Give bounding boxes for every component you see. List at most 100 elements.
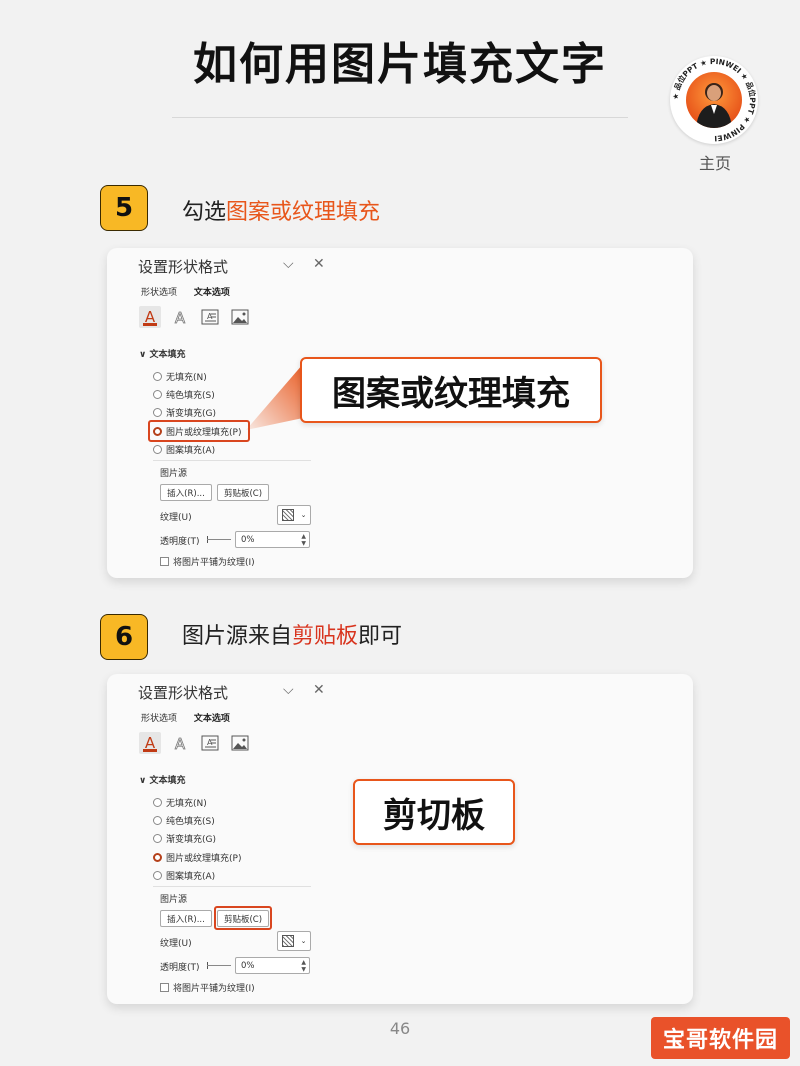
radio-picture-texture-fill[interactable]: 图片或纹理填充(P) xyxy=(153,851,241,864)
step-heading-suffix: 即可 xyxy=(358,624,403,649)
avatar[interactable]: ★ 品位PPT ★ PINWEI ★ 品位PPT ★ PINWEI xyxy=(670,56,758,144)
picture-source-label: 图片源 xyxy=(160,895,188,905)
text-effects-icon[interactable]: A xyxy=(169,306,191,328)
close-icon[interactable]: ✕ xyxy=(313,682,325,698)
text-box-icon[interactable]: A xyxy=(199,306,221,328)
callout-label: 剪切板 xyxy=(353,779,515,845)
radio-label: 图片或纹理填充(P) xyxy=(166,854,242,864)
pane-icon-row: A A A xyxy=(139,732,251,754)
highlight-box xyxy=(214,906,272,930)
step-heading: 图片源来自剪贴板即可 xyxy=(182,618,402,650)
pane-title: 设置形状格式 xyxy=(138,684,229,702)
collapse-icon[interactable]: ⌵ xyxy=(283,682,294,698)
radio-icon xyxy=(153,445,162,454)
avatar-photo xyxy=(686,72,742,128)
step-heading-prefix: 勾选 xyxy=(182,200,227,225)
pane-title: 设置形状格式 xyxy=(138,258,229,276)
title-divider xyxy=(172,117,628,118)
format-shape-pane: 设置形状格式 ⌵ ✕ 形状选项 文本选项 A A A ∨ 文本填充 无填充(N)… xyxy=(125,674,330,1004)
close-icon[interactable]: ✕ xyxy=(313,256,325,272)
texture-swatch-icon xyxy=(281,509,294,521)
radio-solid-fill[interactable]: 纯色填充(S) xyxy=(153,388,215,401)
text-effect-glyph: A xyxy=(175,309,186,327)
radio-label: 图案填充(A) xyxy=(166,446,216,456)
text-fill-outline-icon[interactable]: A xyxy=(139,306,161,328)
radio-icon xyxy=(153,816,162,825)
step-heading-highlight: 图案或纹理填充 xyxy=(226,200,381,225)
tile-picture-checkbox[interactable]: 将图片平铺为纹理(I) xyxy=(160,555,255,568)
chevron-down-icon: ⌄ xyxy=(300,511,307,519)
callout-label: 图案或纹理填充 xyxy=(300,357,602,423)
checkbox-icon xyxy=(160,557,169,566)
radio-icon xyxy=(153,372,162,381)
step-heading-highlight: 剪贴板 xyxy=(292,624,359,649)
radio-label: 无填充(N) xyxy=(166,799,207,809)
text-box-icon[interactable]: A xyxy=(199,732,221,754)
radio-label: 纯色填充(S) xyxy=(166,391,215,401)
highlight-box xyxy=(148,420,250,442)
person-icon xyxy=(696,83,732,128)
tile-picture-checkbox[interactable]: 将图片平铺为纹理(I) xyxy=(160,981,255,994)
radio-icon xyxy=(153,871,162,880)
step-heading-prefix: 图片源来自 xyxy=(182,624,293,649)
radio-pattern-fill[interactable]: 图案填充(A) xyxy=(153,443,215,456)
section-label: 文本填充 xyxy=(149,776,186,786)
section-chevron-icon: ∨ xyxy=(139,776,147,786)
transparency-label: 透明度(T) xyxy=(160,963,200,973)
texture-swatch-icon xyxy=(281,935,294,947)
radio-pattern-fill[interactable]: 图案填充(A) xyxy=(153,869,215,882)
tab-text-options[interactable]: 文本选项 xyxy=(194,288,230,298)
tab-shape-options[interactable]: 形状选项 xyxy=(141,288,177,298)
radio-gradient-fill[interactable]: 渐变填充(G) xyxy=(153,406,216,419)
step-heading: 勾选图案或纹理填充 xyxy=(182,194,380,226)
pane-divider xyxy=(153,886,311,887)
transparency-input[interactable]: 0% ▲ ▼ xyxy=(235,957,310,974)
transparency-slider[interactable] xyxy=(207,539,231,540)
text-fill-outline-icon[interactable]: A xyxy=(139,732,161,754)
radio-no-fill[interactable]: 无填充(N) xyxy=(153,796,207,809)
radio-label: 渐变填充(G) xyxy=(166,409,216,419)
radio-icon xyxy=(153,390,162,399)
text-effects-icon[interactable]: A xyxy=(169,732,191,754)
transparency-input[interactable]: 0% ▲ ▼ xyxy=(235,531,310,548)
transparency-value: 0% xyxy=(241,960,255,971)
picture-icon[interactable] xyxy=(229,732,251,754)
checkbox-icon xyxy=(160,983,169,992)
home-link[interactable]: 主页 xyxy=(690,150,740,174)
watermark: 宝哥软件园 xyxy=(651,1017,790,1059)
section-text-fill[interactable]: ∨ 文本填充 xyxy=(139,347,185,360)
spinner-icon[interactable]: ▲ ▼ xyxy=(301,533,306,547)
radio-no-fill[interactable]: 无填充(N) xyxy=(153,370,207,383)
collapse-icon[interactable]: ⌵ xyxy=(283,256,294,272)
texture-dropdown[interactable]: ⌄ xyxy=(277,931,311,951)
tab-shape-options[interactable]: 形状选项 xyxy=(141,714,177,724)
radio-label: 无填充(N) xyxy=(166,373,207,383)
text-effect-glyph: A xyxy=(175,735,186,753)
texture-label: 纹理(U) xyxy=(160,513,192,523)
texture-label: 纹理(U) xyxy=(160,939,192,949)
radio-gradient-fill[interactable]: 渐变填充(G) xyxy=(153,832,216,845)
picture-source-label: 图片源 xyxy=(160,469,188,479)
clipboard-button[interactable]: 剪贴板(C) xyxy=(217,484,269,501)
radio-icon xyxy=(153,834,162,843)
insert-button[interactable]: 插入(R)... xyxy=(160,910,212,927)
checkbox-label: 将图片平铺为纹理(I) xyxy=(173,558,255,568)
picture-icon[interactable] xyxy=(229,306,251,328)
insert-button[interactable]: 插入(R)... xyxy=(160,484,212,501)
pane-icon-row: A A A xyxy=(139,306,251,328)
spinner-icon[interactable]: ▲ ▼ xyxy=(301,959,306,973)
radio-label: 纯色填充(S) xyxy=(166,817,215,827)
section-text-fill[interactable]: ∨ 文本填充 xyxy=(139,773,185,786)
tab-text-options[interactable]: 文本选项 xyxy=(194,714,230,724)
radio-icon xyxy=(153,798,162,807)
transparency-value: 0% xyxy=(241,534,255,545)
section-label: 文本填充 xyxy=(149,350,186,360)
checkbox-label: 将图片平铺为纹理(I) xyxy=(173,984,255,994)
step-number-badge: 6 xyxy=(100,614,148,660)
transparency-slider[interactable] xyxy=(207,965,231,966)
radio-solid-fill[interactable]: 纯色填充(S) xyxy=(153,814,215,827)
transparency-label: 透明度(T) xyxy=(160,537,200,547)
chevron-down-icon: ⌄ xyxy=(300,937,307,945)
section-chevron-icon: ∨ xyxy=(139,350,147,360)
texture-dropdown[interactable]: ⌄ xyxy=(277,505,311,525)
